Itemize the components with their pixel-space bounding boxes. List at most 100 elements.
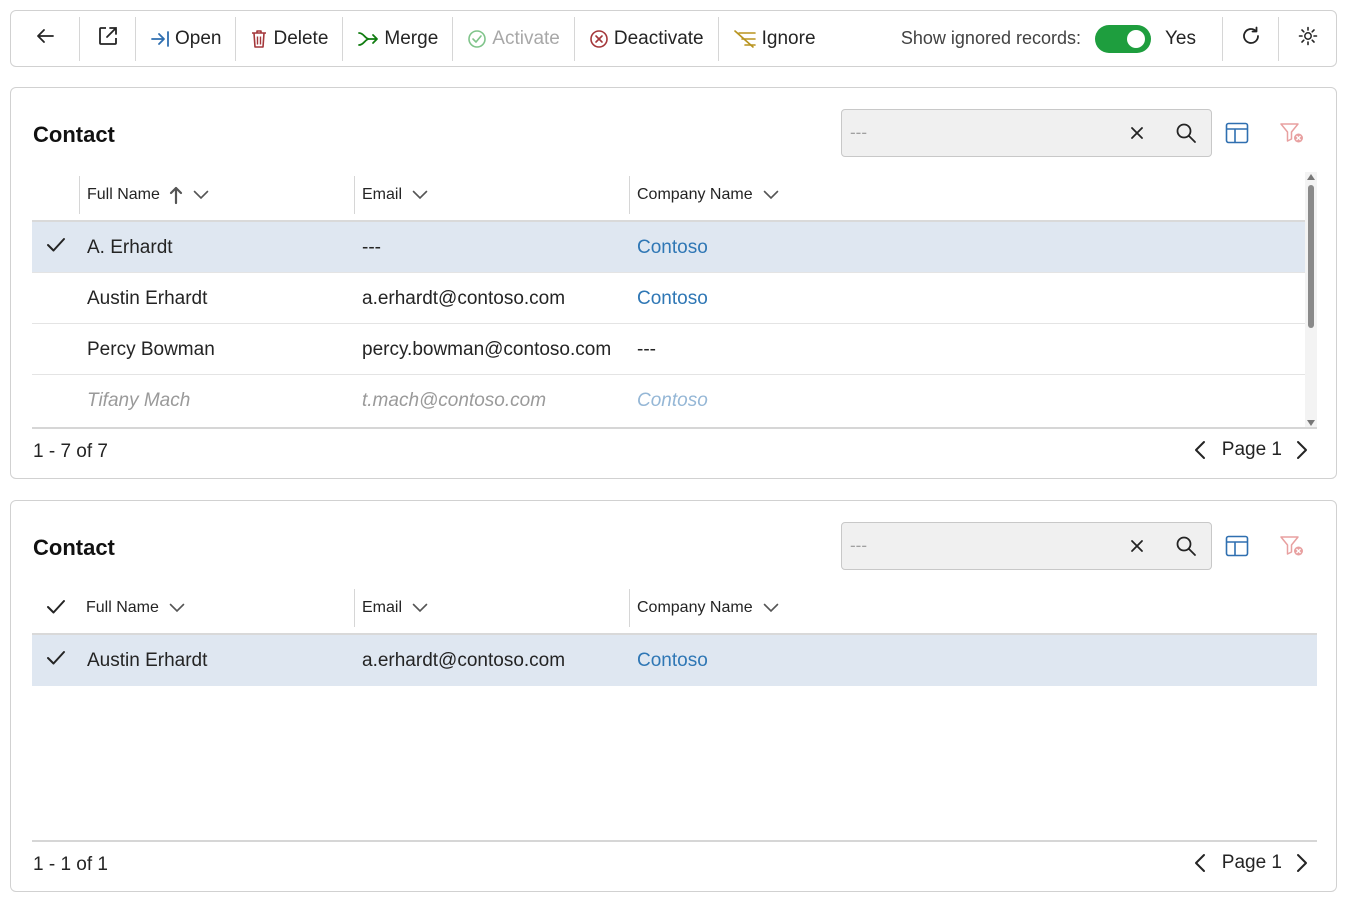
row-check-icon[interactable] — [46, 236, 66, 260]
contact-grid-panel-1: Contact --- Full Name Email Company Name… — [10, 87, 1337, 479]
show-ignored-toggle[interactable] — [1095, 24, 1151, 53]
column-header-company-name[interactable]: Company Name — [629, 176, 929, 214]
cell-company-link[interactable]: Contoso — [637, 237, 708, 259]
cell-company-link[interactable]: Contoso — [637, 390, 708, 412]
cell-email: --- — [362, 237, 381, 258]
search-icon[interactable] — [1175, 535, 1197, 562]
table-row[interactable]: Austin Erhardt a.erhardt@contoso.com Con… — [32, 635, 1317, 686]
show-ignored-value: Yes — [1165, 27, 1196, 49]
column-label: Email — [362, 599, 403, 616]
search-input[interactable]: --- — [841, 522, 1212, 570]
previous-page-button[interactable] — [1194, 853, 1206, 873]
select-all-check-icon[interactable] — [46, 598, 66, 621]
activate-label: Activate — [492, 27, 560, 49]
deactivate-label: Deactivate — [613, 27, 704, 49]
cell-email: percy.bowman@contoso.com — [362, 339, 612, 360]
panel-title: Contact — [33, 122, 115, 147]
chevron-down-icon — [412, 190, 428, 200]
open-in-new-window-icon — [97, 25, 119, 53]
contact-grid: Full Name Email Company Name — [32, 585, 1317, 841]
table-row[interactable]: A. Erhardt --- Contoso — [32, 222, 1305, 273]
open-arrow-icon — [150, 30, 170, 48]
sort-ascending-icon — [169, 185, 183, 205]
chevron-down-icon — [763, 603, 779, 613]
grid-header: Full Name Email Company Name — [32, 172, 1305, 222]
cell-company-link[interactable]: Contoso — [637, 650, 708, 672]
scrollbar-thumb[interactable] — [1308, 185, 1314, 328]
gear-icon — [1298, 26, 1318, 52]
record-count: 1 - 1 of 1 — [33, 854, 108, 875]
scroll-up-icon[interactable] — [1307, 174, 1315, 180]
column-label: Full Name — [87, 186, 160, 203]
column-label: Email — [362, 186, 403, 203]
column-header-full-name[interactable]: Full Name — [79, 589, 354, 627]
x-circle-icon — [589, 29, 609, 49]
edit-columns-icon[interactable] — [1225, 122, 1249, 149]
cell-email: a.erhardt@contoso.com — [362, 650, 566, 671]
check-circle-icon — [467, 29, 487, 49]
page-label: Page 1 — [1221, 852, 1282, 873]
command-bar: Open Delete Merge Activate Deactivate Ig… — [10, 10, 1337, 67]
merge-arrow-icon — [357, 30, 379, 48]
column-header-full-name[interactable]: Full Name — [79, 176, 354, 214]
row-check-icon[interactable] — [46, 649, 66, 673]
arrow-left-icon — [35, 26, 55, 52]
chevron-down-icon — [193, 190, 209, 200]
ignore-label: Ignore — [761, 27, 816, 49]
cell-full-name: A. Erhardt — [87, 237, 173, 258]
grid-footer-divider — [32, 840, 1317, 842]
cell-email: t.mach@contoso.com — [362, 390, 547, 411]
close-icon[interactable] — [1126, 122, 1148, 149]
column-header-company-name[interactable]: Company Name — [629, 589, 929, 627]
deactivate-button[interactable]: Deactivate — [575, 11, 718, 66]
delete-button[interactable]: Delete — [236, 11, 342, 66]
chevron-down-icon — [412, 603, 428, 613]
ignore-button[interactable]: Ignore — [719, 11, 830, 66]
ignore-lines-icon — [733, 29, 757, 49]
search-input[interactable]: --- — [841, 109, 1212, 157]
scroll-down-icon[interactable] — [1307, 420, 1315, 426]
cell-company-link[interactable]: Contoso — [637, 288, 708, 310]
clear-filter-icon[interactable] — [1279, 535, 1305, 562]
table-row[interactable]: Austin Erhardt a.erhardt@contoso.com Con… — [32, 273, 1305, 324]
edit-columns-icon[interactable] — [1225, 535, 1249, 562]
column-label: Company Name — [637, 599, 753, 616]
cell-full-name: Austin Erhardt — [87, 650, 208, 671]
cell-full-name: Percy Bowman — [87, 339, 215, 360]
column-header-email[interactable]: Email — [354, 176, 629, 214]
open-button[interactable]: Open — [136, 11, 235, 66]
previous-page-button[interactable] — [1194, 440, 1206, 460]
cell-company: --- — [637, 339, 656, 360]
merge-label: Merge — [384, 27, 439, 49]
settings-button[interactable] — [1279, 11, 1336, 66]
open-in-new-window-button[interactable] — [80, 11, 135, 66]
grid-header: Full Name Email Company Name — [32, 585, 1317, 635]
cell-full-name: Tifany Mach — [87, 390, 191, 411]
table-row[interactable]: Percy Bowman percy.bowman@contoso.com --… — [32, 324, 1305, 375]
chevron-down-icon — [169, 603, 185, 613]
search-icon[interactable] — [1175, 122, 1197, 149]
grid-scrollbar[interactable] — [1305, 172, 1317, 428]
cell-full-name: Austin Erhardt — [87, 288, 208, 309]
table-row[interactable]: Tifany Mach t.mach@contoso.com Contoso — [32, 375, 1305, 426]
column-label: Company Name — [637, 186, 753, 203]
next-page-button[interactable] — [1296, 853, 1308, 873]
toggle-knob — [1127, 29, 1145, 48]
next-page-button[interactable] — [1296, 440, 1308, 460]
trash-icon — [250, 29, 268, 49]
page-label: Page 1 — [1221, 439, 1282, 460]
activate-button[interactable]: Activate — [453, 11, 574, 66]
column-label: Full Name — [86, 599, 159, 616]
close-icon[interactable] — [1126, 535, 1148, 562]
cell-email: a.erhardt@contoso.com — [362, 288, 566, 309]
back-button[interactable] — [11, 11, 79, 66]
search-placeholder: --- — [850, 123, 867, 142]
refresh-button[interactable] — [1223, 11, 1278, 66]
grid-footer-divider — [32, 427, 1317, 429]
clear-filter-icon[interactable] — [1279, 122, 1305, 149]
merge-button[interactable]: Merge — [343, 11, 452, 66]
search-placeholder: --- — [850, 536, 867, 555]
contact-grid-panel-2: Contact --- Full Name Email Company Name… — [10, 500, 1337, 892]
column-header-email[interactable]: Email — [354, 589, 629, 627]
delete-label: Delete — [273, 27, 329, 49]
